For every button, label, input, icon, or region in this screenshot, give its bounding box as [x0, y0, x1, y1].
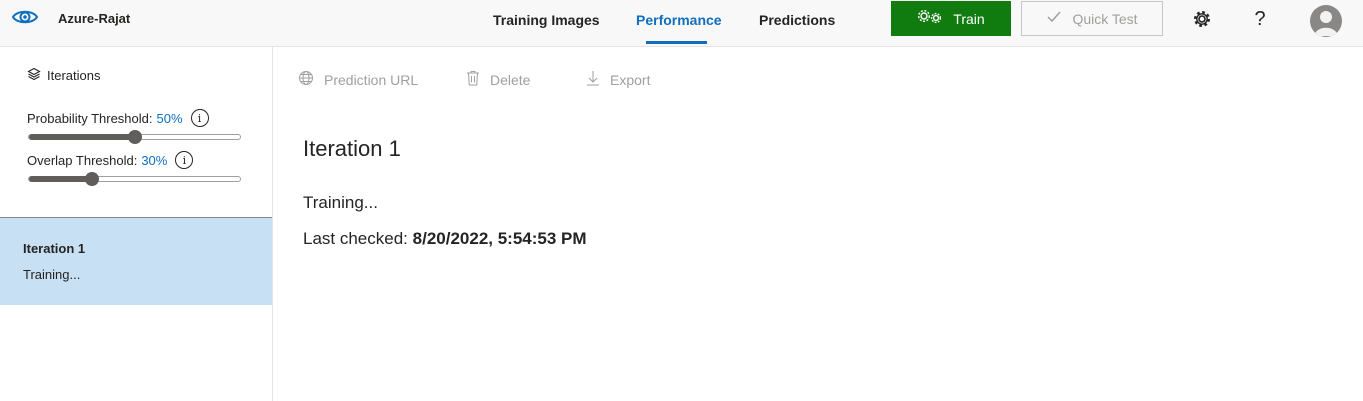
globe-icon — [298, 70, 314, 89]
iteration-list-item[interactable]: Iteration 1 Training... — [0, 218, 272, 305]
probability-threshold-text: Probability Threshold: — [27, 110, 153, 126]
user-avatar-icon[interactable] — [1310, 5, 1342, 37]
download-icon — [586, 70, 600, 89]
overlap-info-icon[interactable]: i — [175, 151, 194, 169]
iteration-name: Iteration 1 — [23, 241, 86, 256]
eye-logo-icon[interactable] — [11, 6, 39, 28]
top-bar: Azure-Rajat Training Images Performance … — [0, 0, 1363, 47]
sidebar: Iterations Probability Threshold: 50% i … — [0, 47, 273, 401]
overlap-slider-fill — [29, 176, 93, 182]
iteration-status: Training... — [23, 267, 81, 282]
overlap-slider-thumb[interactable] — [85, 172, 100, 186]
quick-test-label: Quick Test — [1072, 10, 1138, 27]
train-button[interactable]: Train — [891, 1, 1011, 36]
probability-slider-fill — [29, 134, 135, 140]
overlap-threshold-text: Overlap Threshold: — [27, 152, 138, 168]
iterations-heading-label: Iterations — [47, 68, 101, 83]
checkmark-icon — [1046, 10, 1062, 27]
export-label: Export — [610, 71, 651, 88]
active-tab-indicator — [646, 41, 707, 44]
prediction-url-button[interactable]: Prediction URL — [298, 70, 418, 89]
iterations-heading: Iterations — [27, 67, 100, 84]
settings-gear-icon[interactable] — [1191, 8, 1213, 30]
tab-training-images[interactable]: Training Images — [493, 12, 600, 28]
last-checked-label: Last checked: — [303, 229, 408, 248]
overlap-threshold-slider[interactable] — [28, 172, 241, 186]
delete-button[interactable]: Delete — [466, 70, 530, 89]
trash-icon — [466, 70, 480, 89]
quick-test-button[interactable]: Quick Test — [1021, 1, 1163, 36]
tab-predictions[interactable]: Predictions — [759, 12, 835, 28]
layers-icon — [27, 67, 41, 84]
project-name[interactable]: Azure-Rajat — [58, 11, 130, 26]
probability-threshold-slider[interactable] — [28, 130, 241, 144]
delete-label: Delete — [490, 71, 531, 88]
overlap-threshold-label: Overlap Threshold: 30% i — [27, 151, 194, 169]
training-status: Training... — [303, 193, 378, 212]
probability-slider-thumb[interactable] — [127, 130, 142, 144]
last-checked-value: 8/20/2022, 5:54:53 PM — [412, 229, 587, 248]
prediction-url-label: Prediction URL — [324, 71, 419, 88]
help-icon[interactable]: ? — [1249, 8, 1271, 30]
overlap-threshold-value: 30% — [141, 152, 168, 168]
tab-performance[interactable]: Performance — [636, 12, 722, 28]
help-glyph: ? — [1254, 8, 1266, 30]
probability-threshold-value: 50% — [156, 110, 183, 126]
gears-icon — [917, 9, 943, 28]
export-button[interactable]: Export — [586, 70, 650, 89]
probability-threshold-label: Probability Threshold: 50% i — [27, 109, 209, 127]
last-checked: Last checked: 8/20/2022, 5:54:53 PM — [303, 229, 587, 249]
iteration-title: Iteration 1 — [303, 136, 401, 161]
train-label: Train — [953, 10, 985, 27]
probability-info-icon[interactable]: i — [190, 109, 209, 127]
